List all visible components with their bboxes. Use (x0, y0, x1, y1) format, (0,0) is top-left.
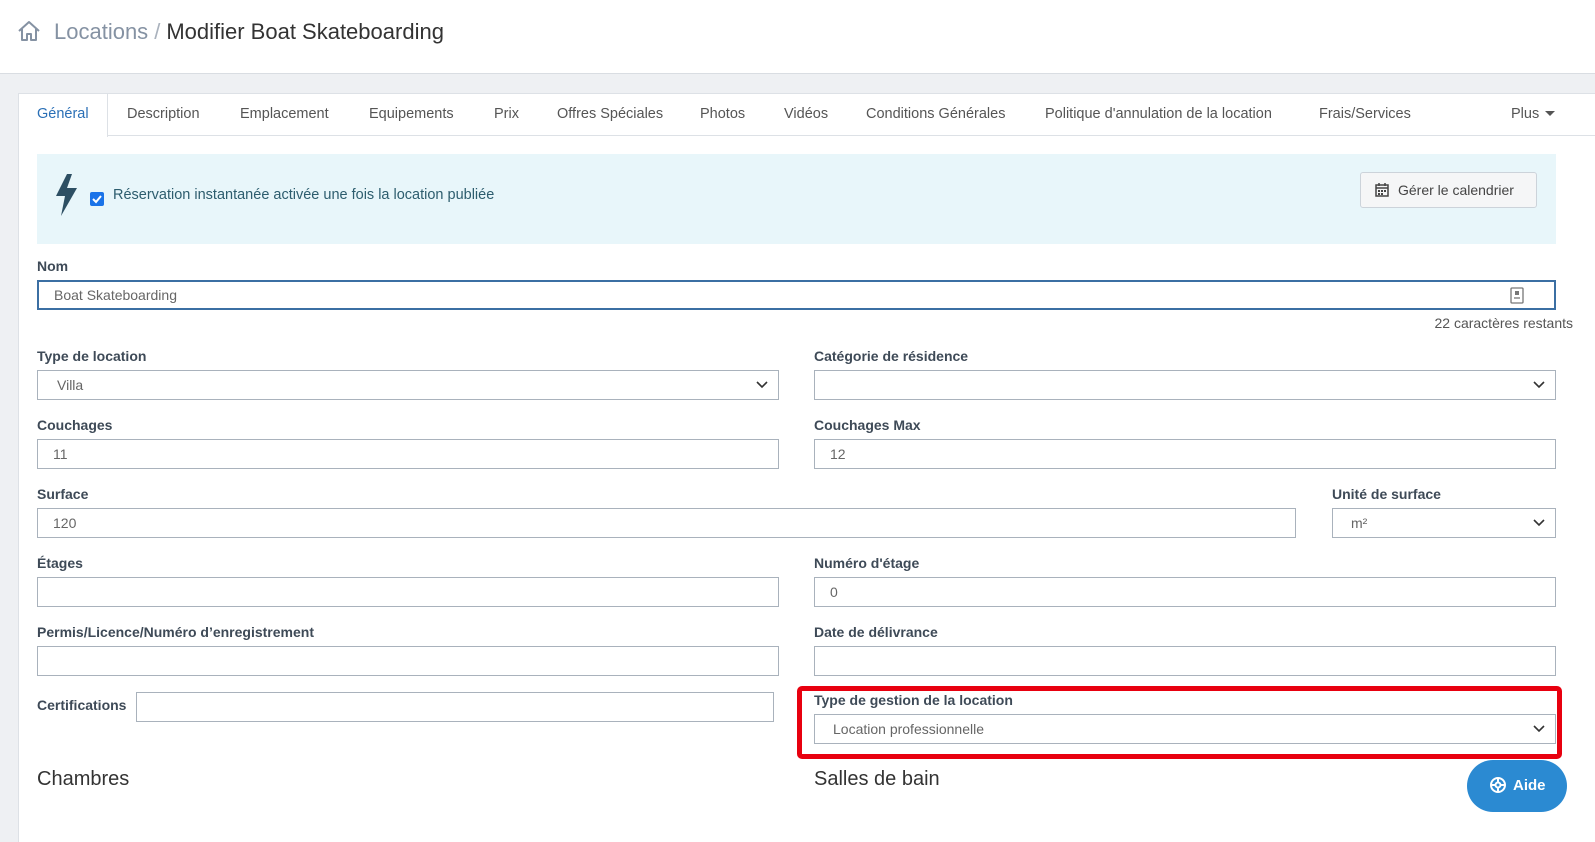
couchages-max-label: Couchages Max (814, 417, 921, 433)
couchages-input[interactable]: 11 (37, 439, 779, 469)
calendar-icon (1375, 183, 1389, 197)
certifications-input[interactable] (136, 692, 774, 722)
categorie-residence-select[interactable] (814, 370, 1556, 400)
nom-remaining-chars: 22 caractères restants (1434, 315, 1573, 331)
surface-input[interactable]: 120 (37, 508, 1296, 538)
tab-plus-label: Plus (1511, 106, 1540, 122)
unite-surface-label: Unité de surface (1332, 486, 1441, 502)
lightning-bolt-icon (56, 174, 77, 216)
help-button-label: Aide (1513, 777, 1546, 794)
type-location-select[interactable]: Villa (37, 370, 779, 400)
top-bar: Locations / Modifier Boat Skateboarding (0, 0, 1595, 74)
instant-booking-label: Réservation instantanée activée une fois… (113, 187, 495, 203)
nom-input[interactable]: Boat Skateboarding (37, 280, 1556, 310)
unite-surface-value: m² (1351, 515, 1368, 531)
tab-photos[interactable]: Photos (700, 94, 745, 136)
type-location-label: Type de location (37, 348, 147, 364)
highlight-box (797, 686, 1562, 759)
instant-booking-checkbox[interactable] (90, 192, 104, 206)
numero-etage-label: Numéro d'étage (814, 555, 920, 571)
tab-videos[interactable]: Vidéos (784, 94, 828, 136)
breadcrumb-locations-link[interactable]: Locations (54, 19, 148, 44)
date-delivrance-label: Date de délivrance (814, 624, 938, 640)
home-icon[interactable] (16, 18, 42, 44)
permis-input[interactable] (37, 646, 779, 676)
permis-label: Permis/Licence/Numéro d’enregistrement (37, 624, 314, 640)
tab-conditions-generales[interactable]: Conditions Générales (866, 94, 1005, 136)
manage-calendar-button[interactable]: Gérer le calendrier (1360, 172, 1537, 208)
breadcrumb-separator: / (154, 19, 161, 44)
page-title: Modifier Boat Skateboarding (166, 19, 444, 44)
surface-value: 120 (53, 515, 77, 531)
checkmark-icon (92, 195, 102, 204)
manage-calendar-label: Gérer le calendrier (1398, 182, 1514, 198)
tab-bar: Général Description Emplacement Equipeme… (19, 94, 1595, 137)
instant-booking-alert: Réservation instantanée activée une fois… (37, 154, 1556, 244)
breadcrumb: Locations / Modifier Boat Skateboarding (54, 18, 444, 46)
lifebuoy-icon (1490, 777, 1506, 793)
tab-plus-dropdown[interactable]: Plus (1511, 94, 1556, 136)
chambres-heading: Chambres (37, 768, 130, 790)
nom-label: Nom (37, 258, 69, 274)
certifications-label: Certifications (37, 697, 127, 713)
tab-general[interactable]: Général (19, 94, 108, 137)
tab-prix[interactable]: Prix (494, 94, 519, 136)
unite-surface-select[interactable]: m² (1332, 508, 1556, 538)
help-button[interactable]: Aide (1467, 760, 1567, 812)
couchages-value: 11 (53, 446, 68, 462)
chevron-down-icon (1533, 519, 1545, 527)
salles-de-bain-heading: Salles de bain (814, 768, 940, 790)
numero-etage-value: 0 (830, 584, 838, 600)
tab-politique-annulation[interactable]: Politique d'annulation de la location (1045, 94, 1272, 136)
nom-input-value: Boat Skateboarding (54, 287, 177, 303)
etages-label: Étages (37, 555, 83, 571)
chevron-down-icon (756, 381, 768, 389)
couchages-label: Couchages (37, 417, 113, 433)
categorie-residence-label: Catégorie de résidence (814, 348, 969, 364)
tab-description[interactable]: Description (127, 94, 200, 136)
tab-offres-speciales[interactable]: Offres Spéciales (557, 94, 663, 136)
caret-down-icon (1545, 111, 1556, 116)
tab-equipements[interactable]: Equipements (369, 94, 454, 136)
couchages-max-value: 12 (830, 446, 846, 462)
tab-frais-services[interactable]: Frais/Services (1319, 94, 1411, 136)
edit-location-card: Général Description Emplacement Equipeme… (18, 93, 1595, 842)
tab-emplacement[interactable]: Emplacement (240, 94, 329, 136)
surface-label: Surface (37, 486, 89, 502)
chevron-down-icon (1533, 381, 1545, 389)
couchages-max-input[interactable]: 12 (814, 439, 1556, 469)
type-location-value: Villa (57, 377, 84, 393)
etages-input[interactable] (37, 577, 779, 607)
date-delivrance-input[interactable] (814, 646, 1556, 676)
numero-etage-input[interactable]: 0 (814, 577, 1556, 607)
input-tool-icon[interactable] (1510, 287, 1524, 304)
